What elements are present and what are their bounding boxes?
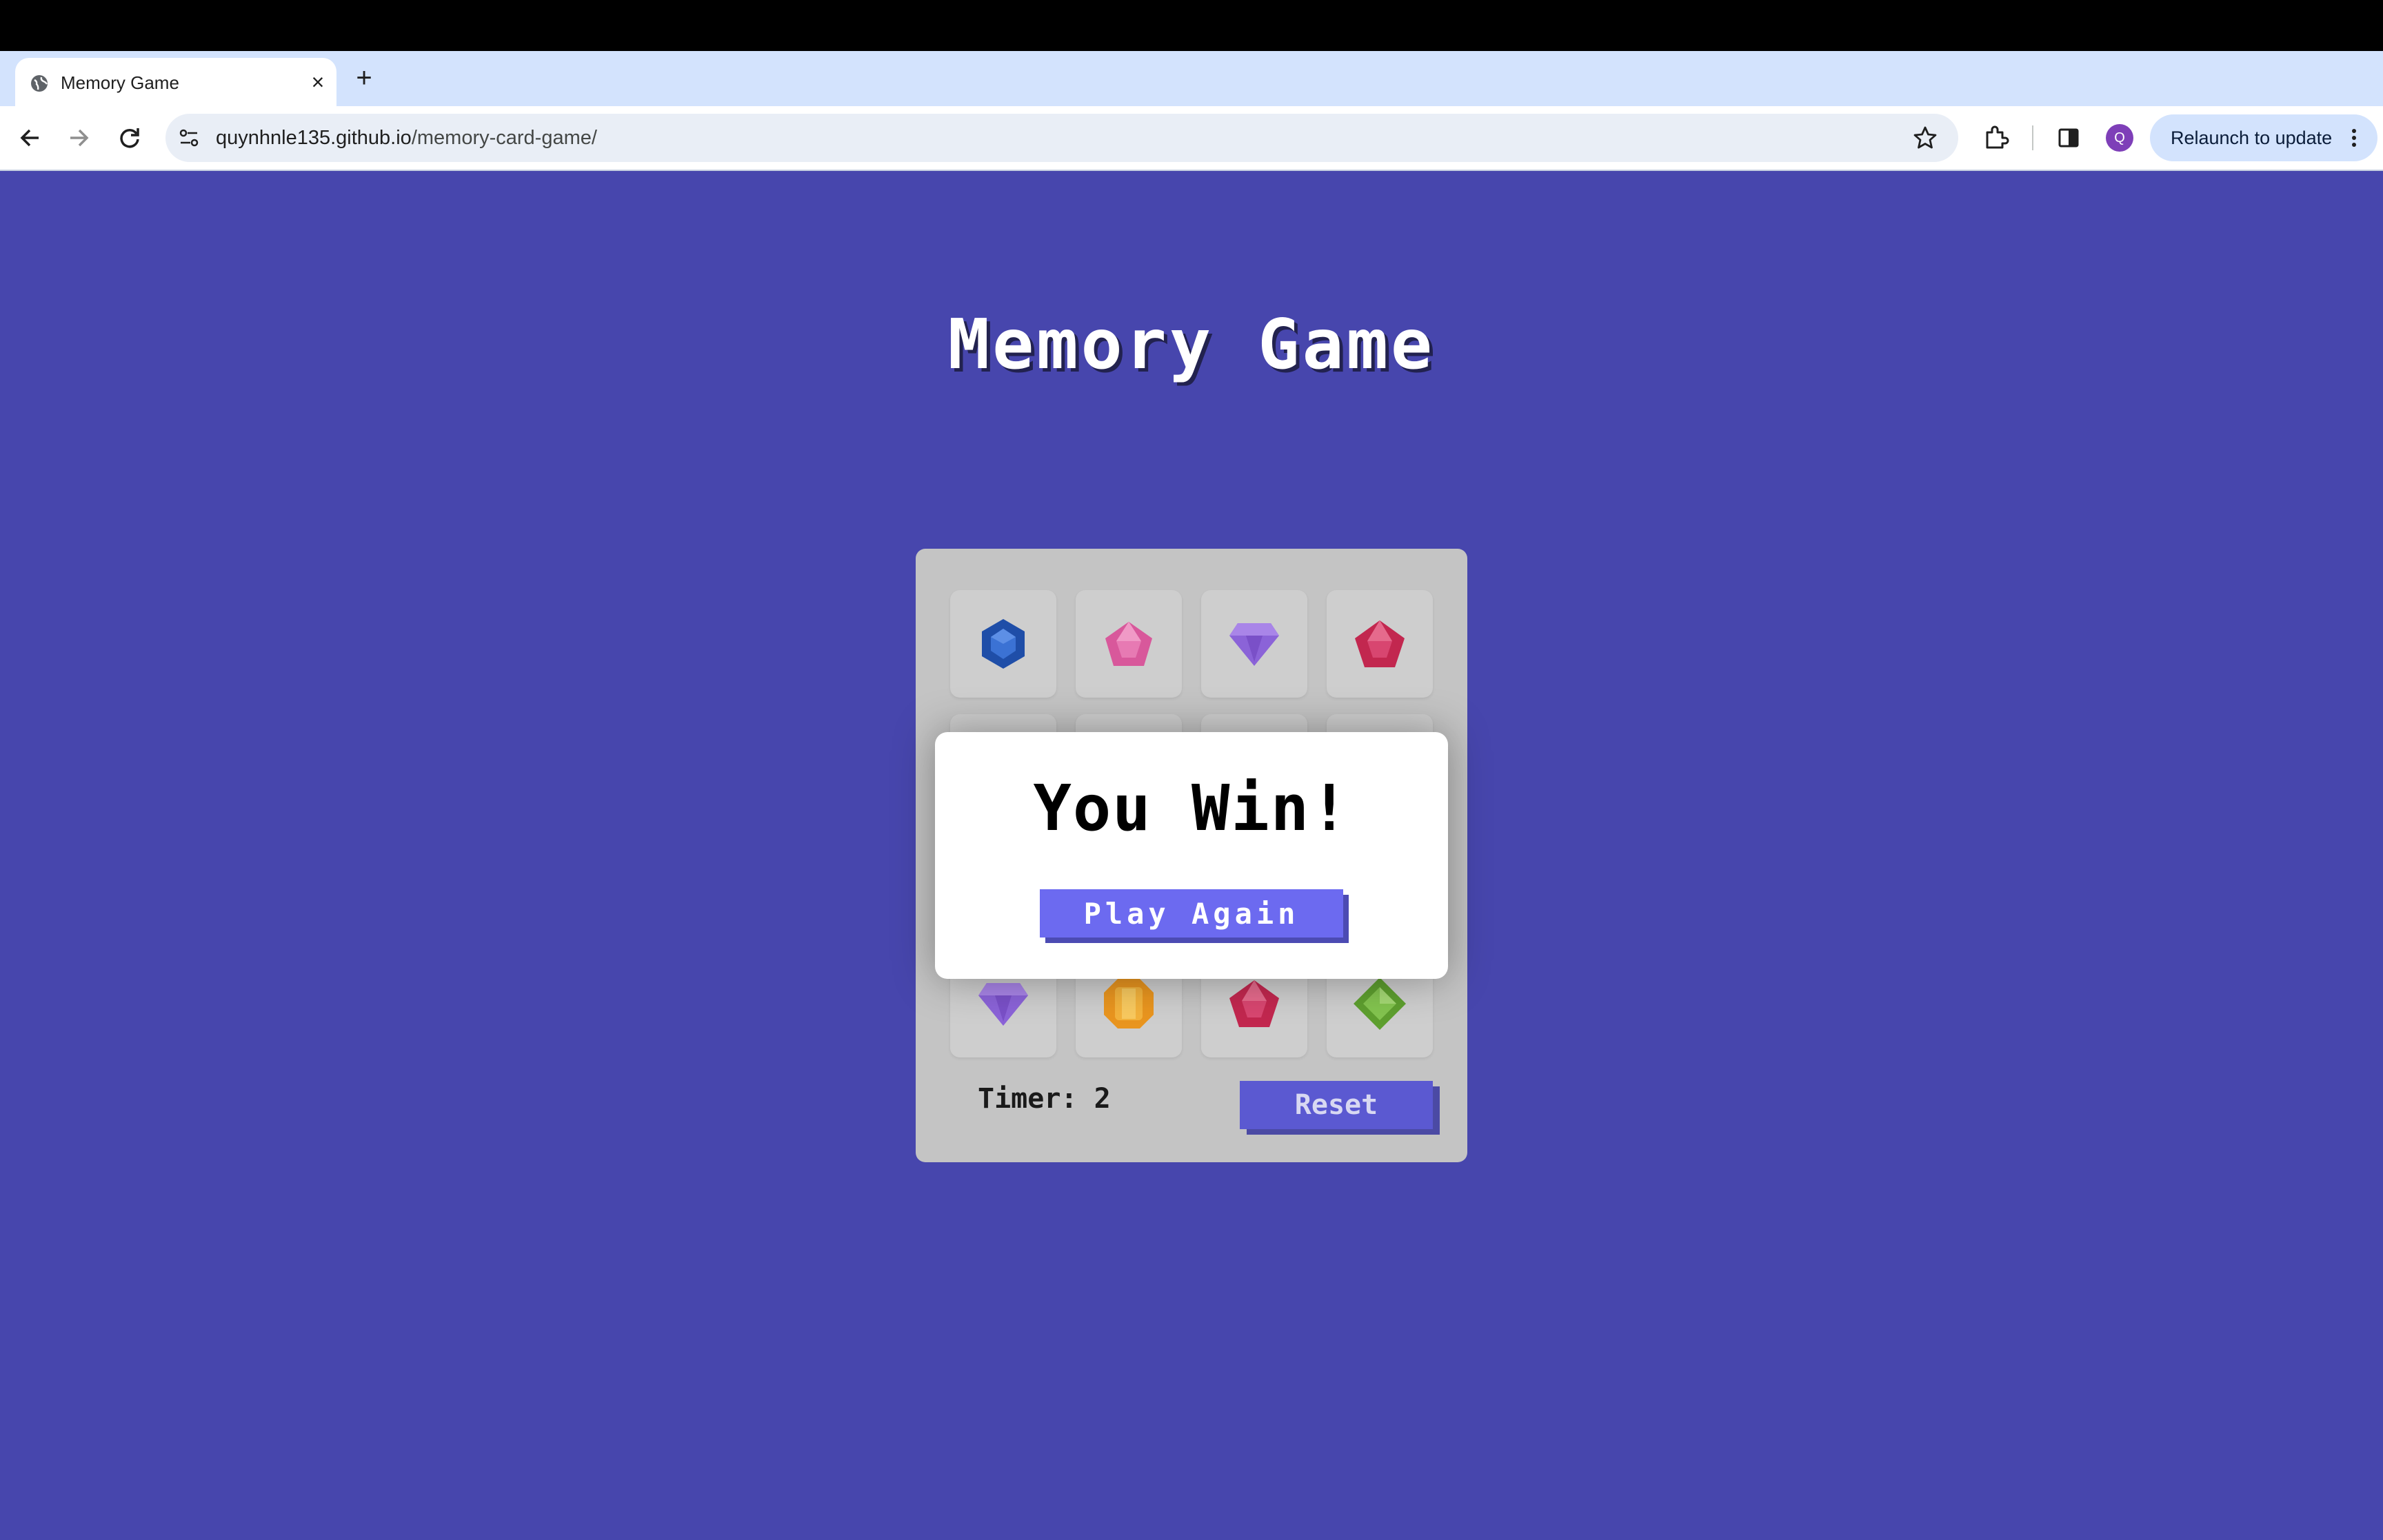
tab-title: Memory Game <box>61 72 179 93</box>
bookmark-star-icon[interactable] <box>1910 123 1940 153</box>
url-text[interactable]: quynhnle135.github.io/memory-card-game/ <box>216 124 597 152</box>
pink-pentagon-gem-icon <box>1105 622 1152 666</box>
new-tab-plus-icon[interactable]: + <box>350 61 378 95</box>
orange-octagon-gem-icon <box>1104 979 1154 1029</box>
win-title: You Win! <box>1033 771 1350 845</box>
win-modal: You Win! Play Again <box>935 732 1448 979</box>
page-title: Memory Game <box>947 304 1436 385</box>
reset-button[interactable]: Reset <box>1240 1081 1433 1129</box>
tab-memory-game[interactable]: Memory Game × <box>15 58 336 106</box>
reload-icon[interactable] <box>110 119 149 157</box>
os-menu-bar <box>0 0 2383 51</box>
profile-avatar[interactable]: Q <box>2106 124 2133 152</box>
toolbar-divider <box>2032 125 2033 150</box>
url-path: /memory-card-game/ <box>411 127 597 149</box>
blue-hexagon-gem-icon <box>982 619 1025 669</box>
memory-card[interactable] <box>1327 590 1433 698</box>
purple-diamond-gem-icon <box>1229 623 1279 666</box>
memory-card[interactable] <box>950 590 1056 698</box>
extensions-puzzle-icon[interactable] <box>1979 121 2012 154</box>
globe-icon <box>31 75 48 92</box>
relaunch-label: Relaunch to update <box>2171 128 2333 148</box>
red-pentagon-gem-icon <box>1355 620 1405 667</box>
purple-diamond-gem-icon <box>978 983 1028 1026</box>
green-rhombus-gem-icon <box>1354 977 1406 1030</box>
red-pentagon-gem-icon <box>1229 980 1279 1027</box>
kebab-menu-icon <box>2352 129 2356 147</box>
forward-arrow-icon[interactable] <box>59 119 98 157</box>
play-again-button[interactable]: Play Again <box>1040 889 1343 938</box>
memory-card[interactable] <box>1076 590 1182 698</box>
memory-card[interactable] <box>1201 590 1307 698</box>
url-host: quynhnle135.github.io <box>216 127 412 149</box>
side-panel-icon[interactable] <box>2052 121 2085 154</box>
relaunch-to-update-button[interactable]: Relaunch to update <box>2150 114 2377 161</box>
site-settings-icon[interactable] <box>175 124 203 152</box>
back-arrow-icon[interactable] <box>11 119 50 157</box>
timer-display: Timer: 2 <box>978 1083 1111 1115</box>
tab-close-icon[interactable]: × <box>305 69 331 95</box>
